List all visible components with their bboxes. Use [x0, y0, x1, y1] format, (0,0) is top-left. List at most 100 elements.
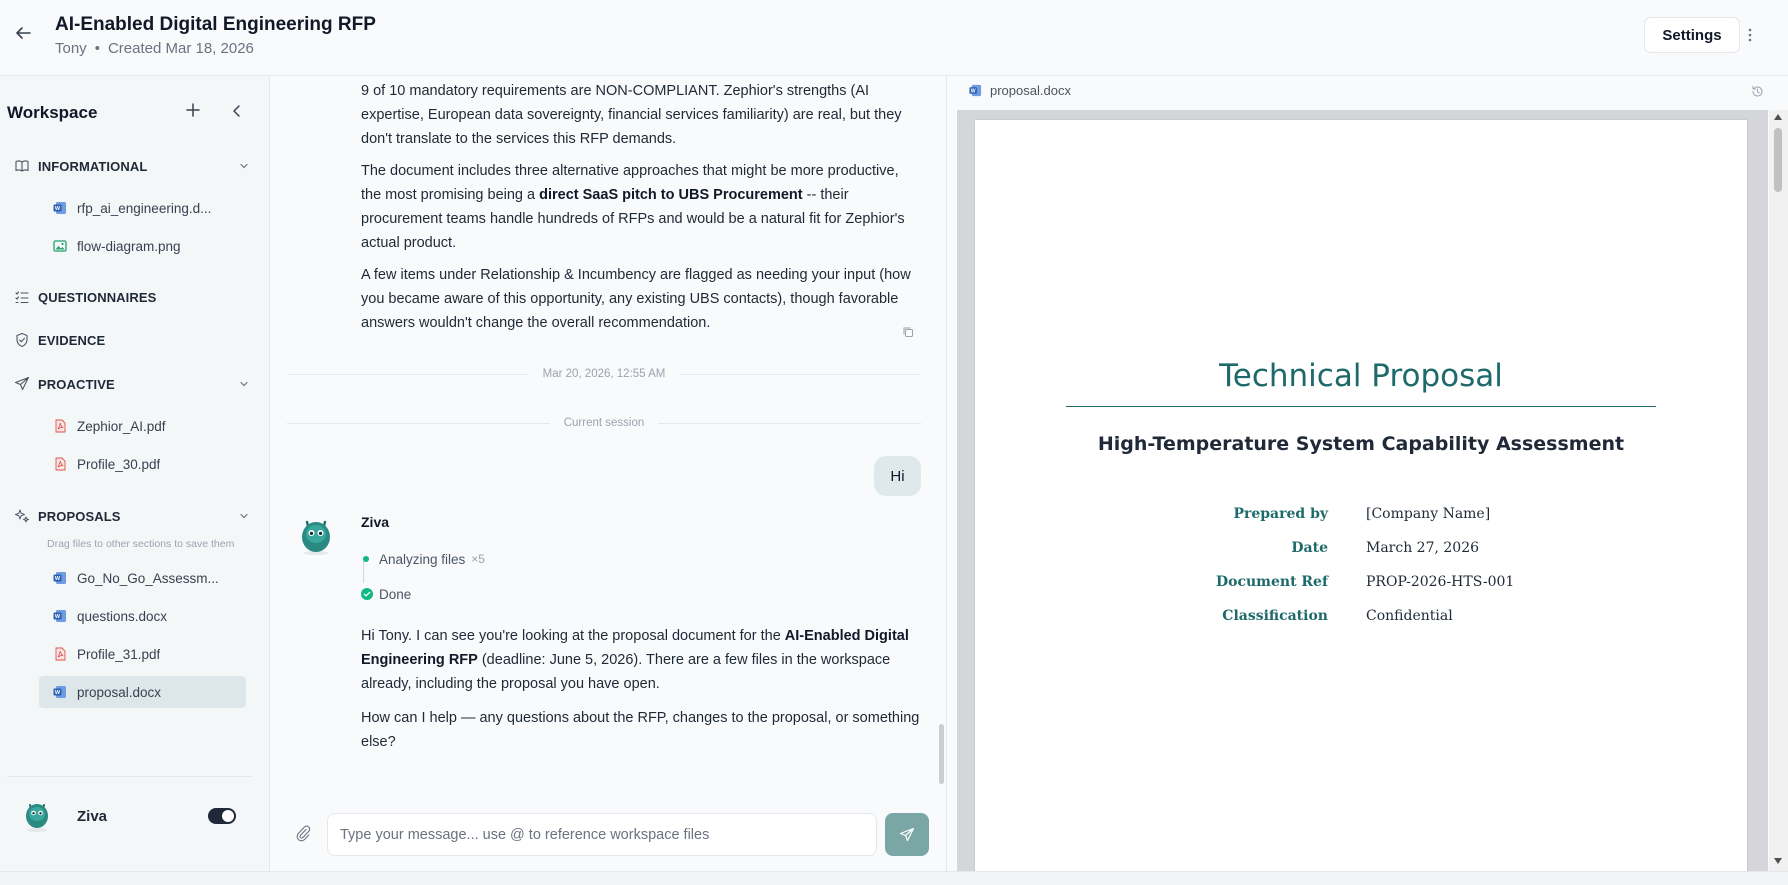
app-header: AI-Enabled Digital Engineering RFP Tony •… — [0, 0, 1788, 76]
image-file-icon — [53, 240, 67, 252]
document-scrollbar[interactable] — [1769, 110, 1788, 871]
section-proposals[interactable]: PROPOSALS — [14, 505, 250, 527]
file-item-questions[interactable]: W questions.docx — [39, 600, 246, 632]
page-title: AI-Enabled Digital Engineering RFP — [55, 14, 376, 35]
file-name: rfp_ai_engineering.d... — [77, 200, 212, 216]
bot-name: Ziva — [361, 514, 390, 530]
word-file-icon: W — [53, 202, 66, 214]
file-item-profile-31[interactable]: Profile_31.pdf — [39, 638, 246, 670]
plus-icon[interactable] — [183, 100, 203, 120]
section-label: QUESTIONNAIRES — [38, 289, 157, 305]
section-proactive[interactable]: PROACTIVE — [14, 373, 250, 395]
collapse-sidebar-icon[interactable] — [228, 102, 246, 120]
assistant-message-paragraph: 9 of 10 mandatory requirements are NON-C… — [361, 83, 902, 147]
document-panel: W proposal.docx Technical Proposal High-… — [946, 76, 1788, 871]
created-date: Created Mar 18, 2026 — [107, 40, 254, 57]
drag-hint: Drag files to other sections to save the… — [47, 538, 235, 550]
file-item-proposal[interactable]: W proposal.docx — [39, 676, 246, 708]
workspace-sidebar: Workspace INFORMATIONAL W rfp_ai_enginee… — [0, 76, 270, 871]
file-item-profile-30[interactable]: Profile_30.pdf — [39, 448, 246, 480]
word-file-icon: W — [53, 610, 66, 622]
status-done: Done — [361, 584, 411, 604]
shield-check-icon — [16, 332, 28, 348]
scrollbar-thumb[interactable] — [1774, 128, 1782, 192]
meta-key: Date — [1291, 540, 1328, 556]
title-rule — [1066, 406, 1656, 407]
chevron-down-icon[interactable] — [238, 378, 250, 390]
separator-dot: • — [94, 40, 100, 57]
section-informational[interactable]: INFORMATIONAL — [14, 155, 250, 177]
file-name: Go_No_Go_Assessm... — [77, 570, 219, 586]
meta-key: Classification — [1222, 608, 1328, 624]
timestamp-separator: Mar 20, 2026, 12:55 AM — [287, 366, 921, 382]
status-text: Done — [379, 586, 412, 602]
assistant-message-paragraph: A few items under Relationship & Incumbe… — [361, 267, 911, 331]
word-file-icon: W — [969, 84, 982, 97]
word-file-icon: W — [53, 686, 66, 698]
send-icon — [899, 827, 915, 841]
back-arrow-icon[interactable] — [14, 24, 32, 42]
message-composer — [271, 808, 946, 864]
owner-name: Tony — [55, 40, 87, 57]
pdf-file-icon — [55, 457, 66, 471]
assistant-toggle[interactable] — [208, 808, 236, 824]
copy-icon[interactable] — [902, 326, 914, 338]
window-bottom-edge — [0, 871, 1788, 885]
paperclip-icon[interactable] — [295, 824, 311, 842]
bold-text-run: direct SaaS pitch to UBS Procurement — [539, 187, 803, 203]
scroll-up-arrow-icon[interactable] — [1774, 114, 1782, 120]
chevron-down-icon[interactable] — [238, 510, 250, 522]
assistant-message-paragraph: The document includes three alternative … — [361, 159, 921, 255]
file-name: Profile_30.pdf — [77, 456, 161, 472]
session-separator: Current session — [287, 415, 922, 431]
meta-key: Prepared by — [1233, 506, 1328, 522]
book-icon — [15, 160, 29, 172]
document-tab-label: proposal.docx — [990, 83, 1071, 98]
session-label: Current session — [563, 417, 645, 429]
document-viewer[interactable]: Technical Proposal High-Temperature Syst… — [957, 110, 1768, 871]
file-item-rfp[interactable]: W rfp_ai_engineering.d... — [39, 192, 246, 224]
meta-row: Classification Confidential — [975, 608, 1747, 630]
send-icon — [14, 376, 30, 391]
check-circle-icon — [361, 588, 373, 600]
history-icon[interactable] — [1751, 85, 1764, 98]
assistant-reply-paragraph: How can I help — any questions about the… — [361, 710, 920, 750]
document-title: Technical Proposal — [1219, 358, 1503, 394]
status-text: Analyzing files — [379, 551, 466, 567]
chat-scrollbar[interactable] — [939, 724, 944, 784]
file-name: proposal.docx — [77, 684, 162, 700]
section-evidence[interactable]: EVIDENCE — [14, 329, 250, 351]
status-analyzing: Analyzing files ×5 — [361, 549, 485, 569]
scroll-down-arrow-icon[interactable] — [1774, 858, 1782, 864]
meta-row: Document Ref PROP-2026-HTS-001 — [975, 574, 1747, 596]
file-item-zephior[interactable]: Zephior_AI.pdf — [39, 410, 246, 442]
send-button[interactable] — [885, 813, 929, 856]
chevron-down-icon[interactable] — [238, 160, 250, 172]
meta-value: PROP-2026-HTS-001 — [1366, 574, 1515, 590]
assistant-name: Ziva — [77, 807, 108, 825]
svg-text:W: W — [55, 614, 61, 620]
section-questionnaires[interactable]: QUESTIONNAIRES — [14, 286, 250, 308]
word-file-icon: W — [53, 572, 66, 584]
file-name: flow-diagram.png — [77, 238, 181, 254]
ziva-avatar-icon — [26, 804, 48, 832]
status-count: ×5 — [471, 552, 485, 566]
page-subtitle: Tony • Created Mar 18, 2026 — [55, 40, 254, 57]
ziva-avatar-icon — [302, 520, 330, 555]
file-item-flow-diagram[interactable]: flow-diagram.png — [39, 230, 246, 262]
document-subtitle: High-Temperature System Capability Asses… — [1097, 433, 1625, 455]
more-options-icon[interactable] — [1740, 20, 1760, 50]
file-name: Profile_31.pdf — [77, 646, 161, 662]
message-input[interactable] — [327, 813, 877, 856]
file-name: Zephior_AI.pdf — [77, 418, 166, 434]
file-item-go-no-go[interactable]: W Go_No_Go_Assessm... — [39, 562, 246, 594]
sidebar-divider — [7, 776, 253, 777]
sparkles-icon — [15, 509, 29, 523]
meta-value: [Company Name] — [1366, 506, 1491, 522]
settings-button[interactable]: Settings — [1644, 17, 1740, 53]
meta-value: Confidential — [1366, 608, 1453, 624]
document-tab[interactable]: W proposal.docx — [969, 83, 1071, 98]
meta-value: March 27, 2026 — [1366, 540, 1480, 556]
file-name: questions.docx — [77, 608, 168, 624]
pdf-file-icon — [55, 647, 66, 661]
